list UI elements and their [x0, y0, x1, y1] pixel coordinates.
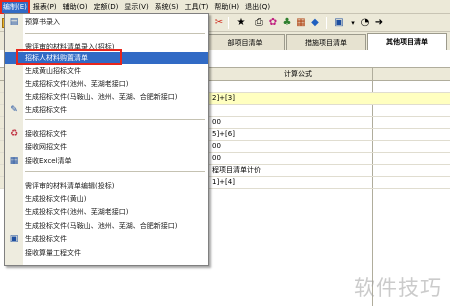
menu-item-label: 生成投标文件(黄山): [25, 195, 87, 203]
menu-item-label: 接收Excel清单: [25, 157, 72, 165]
menu-item-label: 需评审的材料清单编辑(投标): [25, 182, 115, 190]
menu-bar: 编制(E) 报表(P) 辅助(O) 定额(D) 显示(V) 系统(S) 工具(T…: [0, 0, 450, 14]
menu-assist[interactable]: 辅助(O): [60, 0, 91, 14]
menu-item[interactable]: 接收算量工程文件: [5, 247, 208, 259]
formula-cell[interactable]: 5]+[6]: [212, 129, 235, 140]
budget-book-icon: ▤: [9, 17, 19, 27]
toolbar-separator: [228, 17, 229, 29]
menu-item-label: 生成投标文件(池州、芜湖老接口): [25, 208, 129, 216]
menu-item-label: 生成投标文件: [25, 235, 67, 243]
selection-highlight-box: [16, 49, 122, 65]
menu-item[interactable]: ▤ 预算书录入: [5, 16, 208, 28]
tab-measures[interactable]: 措施项目清单: [286, 34, 366, 50]
menu-item-label: 接收招标文件: [25, 130, 67, 138]
menu-item-label: 生成黄山招标文件: [25, 67, 81, 75]
menu-system[interactable]: 系统(S): [152, 0, 182, 14]
formula-cell[interactable]: 00: [212, 117, 221, 128]
help-icon[interactable]: ◔: [358, 16, 372, 30]
menu-item[interactable]: ♻ 接收招标文件: [5, 128, 208, 140]
menu-separator: [25, 171, 205, 172]
menu-item[interactable]: 生成招标文件(池州、芜湖老接口): [5, 78, 208, 90]
window-icon[interactable]: ▣: [332, 16, 346, 30]
menu-view[interactable]: 显示(V): [121, 0, 151, 14]
generate-file-icon: ✎: [10, 105, 18, 115]
formula-cell[interactable]: 2]+[3]: [212, 93, 235, 104]
settings-icon[interactable]: ♣: [280, 16, 294, 30]
toolbar-separator: [326, 17, 327, 29]
tab-other-items[interactable]: 其他项目清单: [367, 33, 447, 50]
menu-quota[interactable]: 定额(D): [91, 0, 122, 14]
formula-cell[interactable]: 1]+[4]: [212, 177, 235, 188]
menu-item-label: 生成投标文件(马鞍山、池州、芜湖、合肥新接口): [25, 222, 178, 230]
menu-item-label: 接收网招文件: [25, 143, 67, 151]
menu-item[interactable]: 生成招标文件(马鞍山、池州、芜湖、合肥新接口): [5, 91, 208, 103]
menu-exit[interactable]: 退出(Q): [242, 0, 273, 14]
menu-item[interactable]: ▦ 接收Excel清单: [5, 155, 208, 167]
menu-item-label: 预算书录入: [25, 18, 60, 26]
header-formula: 计算公式: [284, 70, 312, 78]
menu-separator: [25, 119, 205, 120]
formula-cell[interactable]: 程项目清单计价: [212, 165, 261, 176]
cut-icon[interactable]: ✂: [212, 16, 226, 30]
menu-item[interactable]: ✎ 生成招标文件: [5, 104, 208, 116]
tab-division-items[interactable]: 部项目清单: [205, 34, 285, 50]
menu-tools[interactable]: 工具(T): [182, 0, 212, 14]
arrow-icon[interactable]: ➜: [372, 16, 386, 30]
watermark: 软件技巧: [354, 276, 442, 300]
menu-item[interactable]: 需评审的材料清单编辑(投标): [5, 180, 208, 192]
menu-item-label: 生成招标文件: [25, 106, 67, 114]
menu-item-label: 生成招标文件(池州、芜湖老接口): [25, 80, 129, 88]
menu-item[interactable]: 生成黄山招标文件: [5, 65, 208, 77]
receive-file-icon: ♻: [9, 129, 19, 139]
excel-icon: ▦: [9, 156, 19, 166]
print-icon[interactable]: ⎙: [252, 16, 266, 30]
menu-item[interactable]: ▣ 生成投标文件: [5, 233, 208, 245]
menu-item[interactable]: 生成投标文件(黄山): [5, 193, 208, 205]
formula-cell[interactable]: 00: [212, 153, 221, 164]
menu-help[interactable]: 帮助(H): [211, 0, 242, 14]
menu-item[interactable]: 生成投标文件(池州、芜湖老接口): [5, 206, 208, 218]
bid-file-icon: ▣: [9, 234, 19, 244]
formula-cell[interactable]: 00: [212, 141, 221, 152]
tool-icon[interactable]: ◆: [308, 16, 322, 30]
menu-report[interactable]: 报表(P): [30, 0, 60, 14]
gear-icon[interactable]: ✿: [266, 16, 280, 30]
menu-item[interactable]: 生成投标文件(马鞍山、池州、芜湖、合肥新接口): [5, 220, 208, 232]
calc-icon[interactable]: ▦: [294, 16, 308, 30]
menu-item-label: 接收算量工程文件: [25, 249, 81, 257]
menu-separator: [25, 33, 205, 34]
menu-item[interactable]: 接收网招文件: [5, 141, 208, 153]
star-icon[interactable]: ★: [234, 16, 248, 30]
menu-item-label: 生成招标文件(马鞍山、池州、芜湖、合肥新接口): [25, 93, 178, 101]
